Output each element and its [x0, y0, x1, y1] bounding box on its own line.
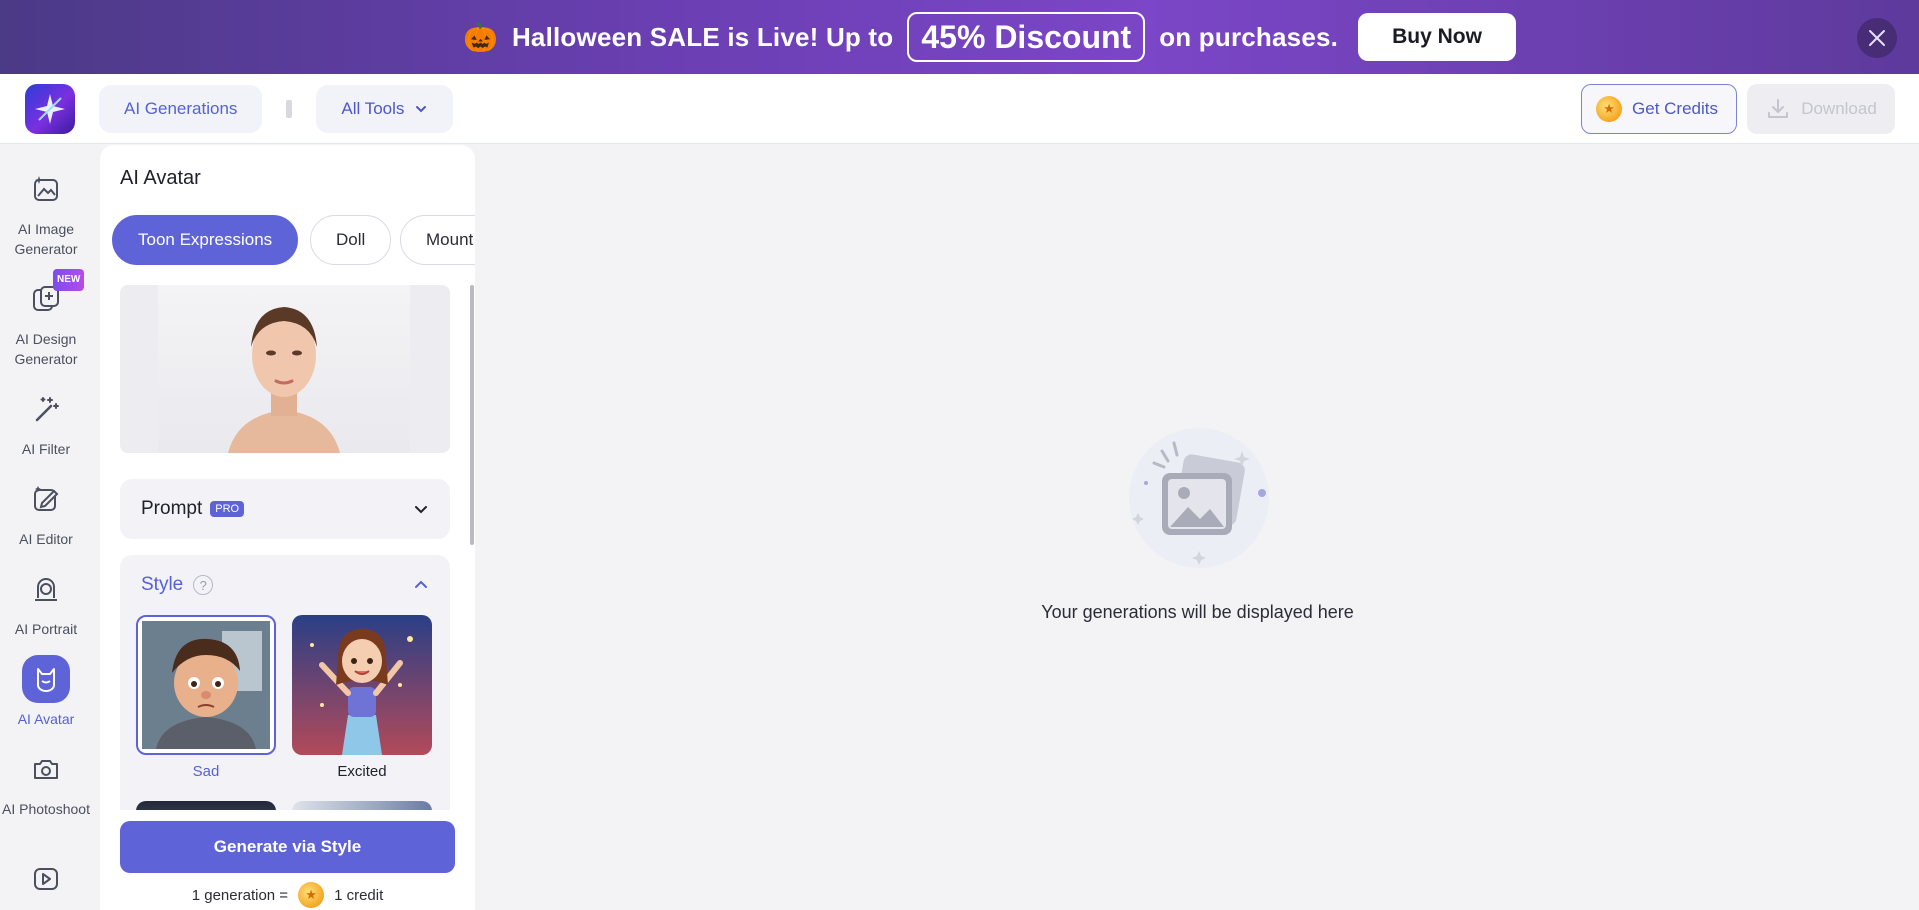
design-sparkle-icon: NEW	[22, 269, 85, 323]
style-accordion: Style ? Sad Excited	[120, 555, 450, 810]
prompt-label: Prompt	[141, 498, 203, 519]
panel-title: AI Avatar	[120, 167, 201, 189]
style-thumbnail	[292, 801, 432, 810]
avatar-panel: AI Avatar Toon Expressions Doll Mount Pr…	[100, 145, 475, 910]
get-credits-label: Get Credits	[1632, 98, 1718, 118]
all-tools-label: All Tools	[341, 98, 405, 118]
promo-banner: 🎃 Halloween SALE is Live! Up to 45% Disc…	[0, 0, 1919, 74]
uploaded-photo[interactable]	[120, 285, 450, 453]
chevron-down-icon	[415, 506, 427, 514]
credit-coin-icon: ★	[298, 882, 325, 908]
banner-text-before: Halloween SALE is Live! Up to	[511, 21, 894, 52]
rail-label: AI Portrait	[14, 621, 78, 637]
style-label-sad: Sad	[192, 763, 220, 780]
generate-via-style-button[interactable]: Generate via Style	[120, 821, 455, 873]
chip-mount[interactable]: Mount	[400, 215, 475, 265]
panel-scrollbar[interactable]	[470, 285, 474, 545]
ai-generations-button[interactable]: AI Generations	[99, 84, 263, 133]
download-button[interactable]: Download	[1747, 83, 1895, 134]
video-icon	[22, 855, 70, 903]
get-credits-button[interactable]: ★ Get Credits	[1581, 83, 1737, 134]
top-header: AI Generations All Tools ★ Get Credits D…	[0, 74, 1919, 144]
help-icon[interactable]: ?	[193, 575, 214, 595]
rail-label: AI Photoshoot	[2, 801, 90, 817]
new-badge: NEW	[53, 269, 85, 291]
rail-item-ai-portrait[interactable]: AI Portrait	[0, 565, 92, 639]
rail-item-ai-filter[interactable]: AI Filter	[0, 385, 92, 459]
chip-doll[interactable]: Doll	[310, 215, 392, 265]
chip-toon-expressions[interactable]: Toon Expressions	[112, 215, 299, 265]
magic-wand-icon	[22, 385, 70, 433]
banner-content: 🎃 Halloween SALE is Live! Up to 45% Disc…	[463, 12, 1516, 62]
style-card-partial[interactable]	[292, 801, 432, 810]
prompt-accordion[interactable]: Prompt PRO	[120, 479, 450, 539]
download-icon	[1768, 98, 1789, 118]
edit-image-icon	[22, 475, 70, 523]
credit-cost-note: 1 generation = ★ 1 credit	[100, 882, 475, 908]
chevron-down-icon	[416, 105, 427, 112]
chevron-up-icon	[415, 580, 427, 588]
rail-label: AI Design Generator	[14, 331, 78, 367]
header-actions: ★ Get Credits Download	[1581, 83, 1895, 134]
all-tools-dropdown[interactable]: All Tools	[316, 84, 454, 133]
style-label: Style	[141, 574, 184, 595]
portrait-icon	[22, 565, 70, 613]
portrait-photo	[158, 285, 410, 453]
rail-label: AI Filter	[21, 441, 71, 457]
generations-area: Your generations will be displayed here	[476, 145, 1919, 910]
rail-item-ai-avatar[interactable]: AI Avatar	[0, 655, 92, 729]
style-thumbnail	[136, 615, 276, 755]
prompt-accordion-header[interactable]: Prompt PRO	[120, 479, 450, 539]
camera-icon	[22, 745, 70, 793]
style-card-excited[interactable]: Excited	[292, 615, 432, 780]
style-grid: Sad Excited	[120, 615, 450, 810]
rail-item-ai-photoshoot[interactable]: AI Photoshoot	[0, 745, 92, 819]
rail-item-ai-editor[interactable]: AI Editor	[0, 475, 92, 549]
rail-item-ai-image-generator[interactable]: AI Image Generator	[0, 165, 92, 259]
image-sparkle-icon	[22, 165, 70, 213]
logo-sparkle-icon	[35, 93, 65, 124]
style-accordion-header[interactable]: Style ?	[120, 555, 450, 615]
rail-label: AI Image Generator	[14, 221, 78, 257]
note-suffix: 1 credit	[334, 886, 384, 904]
panel-scroll-area[interactable]: Prompt PRO Style ? Sad Excited	[120, 285, 450, 810]
discount-badge: 45% Discount	[907, 12, 1146, 62]
style-thumbnail	[136, 801, 276, 810]
banner-text-after: on purchases.	[1159, 21, 1339, 52]
close-banner-button[interactable]	[1857, 18, 1897, 58]
header-divider	[286, 99, 293, 118]
pro-badge: PRO	[210, 501, 245, 517]
note-prefix: 1 generation =	[191, 886, 289, 904]
download-label: Download	[1801, 98, 1877, 118]
rail-item-ai-design-generator[interactable]: NEW AI Design Generator	[0, 269, 92, 369]
style-category-chips: Toon Expressions Doll Mount	[112, 215, 475, 267]
rail-label: AI Avatar	[17, 711, 75, 727]
empty-gallery-icon	[1124, 423, 1274, 573]
rail-label: AI Editor	[19, 531, 73, 547]
rail-item-video[interactable]	[0, 855, 92, 909]
avatar-icon	[22, 655, 70, 703]
empty-state-text: Your generations will be displayed here	[1041, 602, 1354, 622]
app-logo[interactable]	[25, 83, 75, 134]
credit-coin-icon: ★	[1596, 95, 1623, 122]
buy-now-button[interactable]: Buy Now	[1358, 13, 1516, 61]
tool-rail: AI Image Generator NEW AI Design Generat…	[0, 145, 100, 910]
style-card-partial[interactable]	[136, 801, 276, 810]
pumpkin-icon: 🎃	[463, 21, 498, 53]
style-label-excited: Excited	[337, 763, 387, 780]
style-thumbnail	[292, 615, 432, 755]
close-icon	[1869, 30, 1885, 46]
style-card-sad[interactable]: Sad	[136, 615, 276, 780]
